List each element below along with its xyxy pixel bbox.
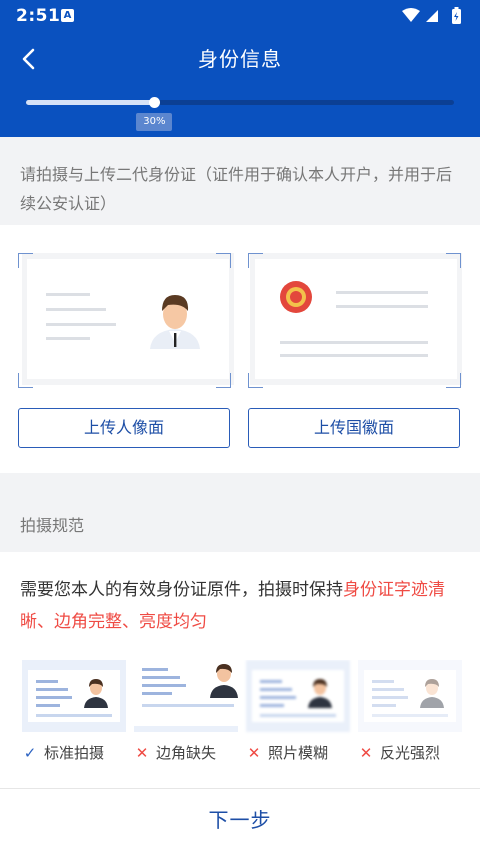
id-card-sample-icon	[252, 670, 344, 722]
corner-mark	[248, 253, 263, 268]
example-label: ✕ 边角缺失	[135, 744, 217, 762]
corner-mark	[216, 373, 231, 388]
example-item: ✕ 边角缺失	[134, 660, 238, 763]
header-bar: 2:51 A 身份信息 30%	[0, 0, 480, 137]
next-step-button[interactable]: 下一步	[0, 789, 480, 854]
corner-mark	[446, 253, 461, 268]
corner-mark	[446, 373, 461, 388]
cross-icon: ✕	[135, 744, 149, 762]
progress-fill	[26, 100, 155, 105]
emblem-card-preview[interactable]	[250, 253, 462, 385]
example-label: ✕ 反光强烈	[359, 744, 441, 762]
upload-instruction: 请拍摄与上传二代身份证（证件用于确认本人开户，并用于后续公安认证）	[20, 165, 453, 213]
id-card-emblem-icon	[255, 259, 457, 379]
rules-panel: 需要您本人的有效身份证原件，拍摄时保持身份证字迹清晰、边角完整、亮度均匀 ✓ 标准…	[0, 552, 480, 788]
status-bar: 2:51 A	[0, 0, 480, 32]
id-card-portrait-icon	[27, 259, 229, 379]
example-item: ✕ 照片模糊	[246, 660, 350, 763]
corner-mark	[18, 373, 33, 388]
example-image	[134, 660, 238, 732]
requirement-text: 需要您本人的有效身份证原件，拍摄时保持身份证字迹清晰、边角完整、亮度均匀	[20, 574, 460, 638]
example-image	[358, 660, 462, 732]
example-label: ✕ 照片模糊	[247, 744, 329, 762]
upload-portrait-button[interactable]: 上传人像面	[18, 408, 230, 448]
cross-icon: ✕	[359, 744, 373, 762]
id-card-sample-icon	[28, 670, 120, 722]
corner-mark	[248, 373, 263, 388]
notification-a-icon: A	[61, 9, 74, 22]
id-card-sample-icon	[358, 660, 462, 732]
photo-examples: ✓ 标准拍摄 ✕ 边角缺失 ✕ 照片模糊 ✕ 反光强烈	[0, 660, 480, 772]
progress-knob	[148, 97, 160, 108]
wifi-icon	[402, 8, 420, 22]
check-icon: ✓	[23, 744, 37, 762]
id-card-upload-section: 上传人像面 上传国徽面	[0, 225, 480, 473]
cross-icon: ✕	[247, 744, 261, 762]
example-image	[246, 660, 350, 732]
requirement-prefix: 需要您本人的有效身份证原件，拍摄时保持	[20, 580, 343, 600]
example-item: ✓ 标准拍摄	[22, 660, 126, 763]
system-icons	[402, 7, 461, 24]
example-item: ✕ 反光强烈	[358, 660, 462, 763]
bottom-bar: 下一步	[0, 788, 480, 854]
portrait-card-preview[interactable]	[22, 253, 234, 385]
upload-emblem-button[interactable]: 上传国徽面	[248, 408, 460, 448]
corner-mark	[216, 253, 231, 268]
example-label: ✓ 标准拍摄	[23, 744, 105, 762]
example-image	[22, 660, 126, 732]
page-title: 身份信息	[198, 47, 282, 71]
status-time: 2:51	[16, 6, 61, 26]
progress-label: 30%	[136, 113, 173, 131]
corner-mark	[18, 253, 33, 268]
rules-section-title: 拍摄规范	[20, 516, 85, 535]
signal-icon	[426, 10, 438, 22]
id-card-sample-icon	[134, 660, 238, 726]
